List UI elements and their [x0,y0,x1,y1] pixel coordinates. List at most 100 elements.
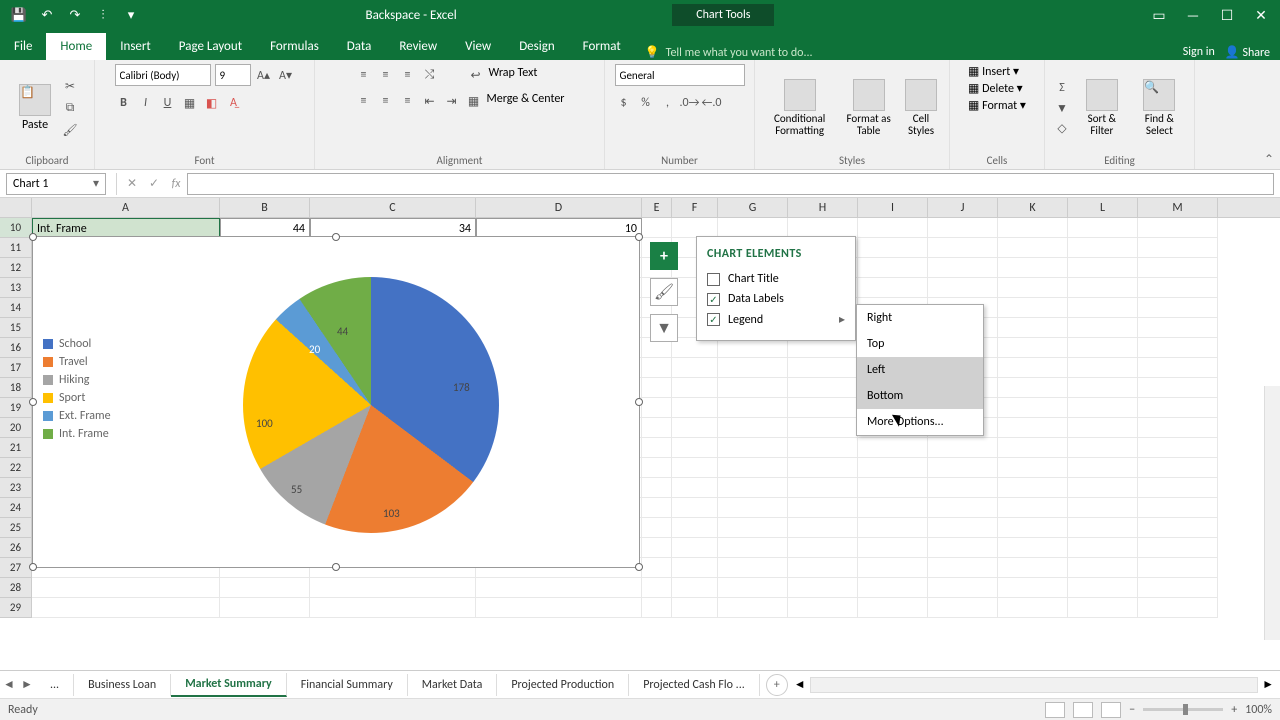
legend-item[interactable]: Travel [43,355,111,369]
cell[interactable] [928,538,998,558]
cell[interactable] [998,518,1068,538]
format-painter-icon[interactable]: 🖌 [61,121,79,139]
orientation-icon[interactable]: ⤭ [421,66,439,84]
cell[interactable] [672,418,718,438]
cell[interactable] [998,538,1068,558]
font-color-icon[interactable]: A̲ [225,94,243,112]
increase-indent-icon[interactable]: ⇥ [443,92,461,110]
legend-item[interactable]: Sport [43,391,111,405]
legend-bottom[interactable]: Bottom [857,383,983,409]
column-header[interactable]: M [1138,198,1218,217]
cell[interactable] [788,358,858,378]
cell[interactable] [718,418,788,438]
cell[interactable] [788,538,858,558]
tab-home[interactable]: Home [46,33,106,60]
cell[interactable] [32,578,220,598]
cell[interactable] [1068,378,1138,398]
column-header[interactable]: G [718,198,788,217]
cell[interactable] [1068,358,1138,378]
tab-review[interactable]: Review [385,33,451,60]
row-header[interactable]: 16 [0,338,32,358]
sheet-tab-projected-cash-flo[interactable]: Projected Cash Flo ... [629,674,760,696]
cell[interactable] [998,298,1068,318]
cell[interactable] [310,598,476,618]
cell[interactable] [788,558,858,578]
cell[interactable] [718,398,788,418]
cell[interactable] [1138,598,1218,618]
touch-mode-icon[interactable]: ⫶ [92,8,114,23]
row-header[interactable]: 23 [0,478,32,498]
cell[interactable] [788,458,858,478]
row-header[interactable]: 10 [0,218,32,238]
italic-icon[interactable]: I [137,94,155,112]
cell[interactable] [788,378,858,398]
cell[interactable] [858,258,928,278]
cell[interactable]: 44 [220,218,310,238]
cell[interactable] [858,518,928,538]
cell[interactable] [1138,458,1218,478]
cell[interactable] [672,438,718,458]
cell[interactable] [642,458,672,478]
row-header[interactable]: 18 [0,378,32,398]
row-header[interactable]: 24 [0,498,32,518]
cell[interactable] [788,418,858,438]
row-header[interactable]: 21 [0,438,32,458]
wrap-text-icon[interactable]: ↩ [467,66,485,84]
cell[interactable] [998,598,1068,618]
page-break-view-icon[interactable] [1101,702,1121,718]
cell[interactable] [1138,398,1218,418]
row-header[interactable]: 27 [0,558,32,578]
cell[interactable] [672,478,718,498]
legend-top[interactable]: Top [857,331,983,357]
cell[interactable] [1068,258,1138,278]
cell[interactable] [1138,478,1218,498]
cell[interactable] [642,398,672,418]
cell[interactable] [998,218,1068,238]
cell[interactable] [998,238,1068,258]
cell[interactable] [928,218,998,238]
row-header[interactable]: 19 [0,398,32,418]
cell[interactable] [1138,258,1218,278]
chart-legend[interactable]: SchoolTravelHikingSportExt. FrameInt. Fr… [43,333,111,445]
resize-handle[interactable] [332,233,340,241]
cell[interactable] [998,258,1068,278]
row-header[interactable]: 26 [0,538,32,558]
cell[interactable] [788,438,858,458]
ce-legend[interactable]: ✓Legend▸ [707,309,845,330]
cells-delete-button[interactable]: ▦ Delete ▾ [968,81,1023,96]
tab-file[interactable]: File [0,33,46,60]
cell[interactable] [1138,338,1218,358]
fill-color-icon[interactable]: ◧ [203,94,221,112]
cell[interactable] [928,238,998,258]
cell[interactable] [1068,498,1138,518]
cell[interactable] [1138,438,1218,458]
resize-handle[interactable] [635,563,643,571]
checkbox-icon[interactable]: ✓ [707,313,720,326]
comma-icon[interactable]: , [659,94,677,112]
row-header[interactable]: 13 [0,278,32,298]
share-button[interactable]: 👤 Share [1225,45,1270,60]
row-header[interactable]: 17 [0,358,32,378]
resize-handle[interactable] [332,563,340,571]
cell[interactable] [998,458,1068,478]
increase-decimal-icon[interactable]: .0→ [681,94,699,112]
cell[interactable]: 10 [476,218,642,238]
legend-item[interactable]: Ext. Frame [43,409,111,423]
cell[interactable] [672,358,718,378]
number-format-select[interactable] [615,64,745,86]
column-header[interactable]: H [788,198,858,217]
cell[interactable] [1138,318,1218,338]
cell[interactable] [718,598,788,618]
column-header[interactable]: L [1068,198,1138,217]
zoom-level[interactable]: 100% [1245,703,1272,717]
cell[interactable] [788,218,858,238]
cell[interactable] [998,498,1068,518]
cell[interactable] [1138,518,1218,538]
cell[interactable] [1068,538,1138,558]
format-as-table-button[interactable]: Format as Table [842,77,895,139]
cell[interactable] [1138,498,1218,518]
cell[interactable] [1138,218,1218,238]
cell[interactable] [718,218,788,238]
chevron-right-icon[interactable]: ▸ [839,312,845,327]
cell[interactable] [998,418,1068,438]
